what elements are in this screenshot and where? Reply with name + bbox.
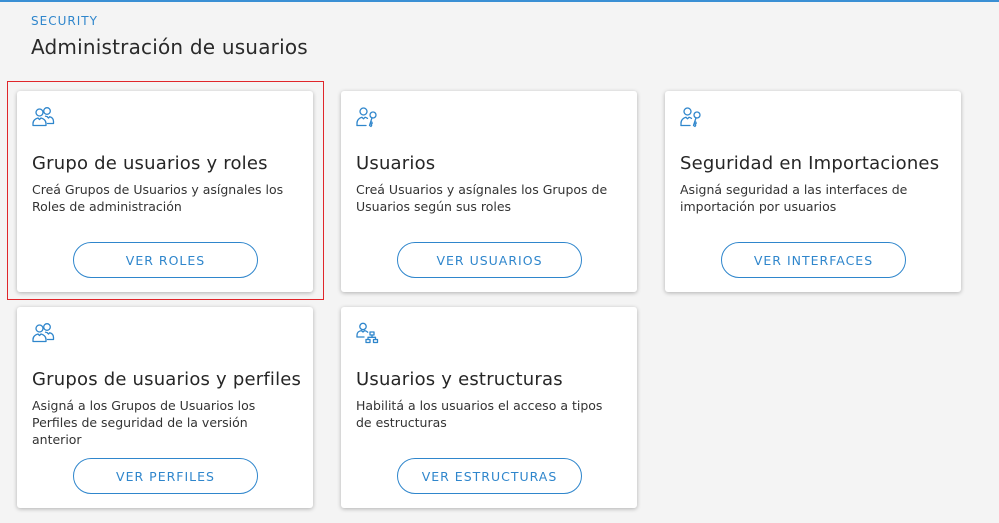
card-title: Grupos de usuarios y perfiles [32, 369, 302, 390]
card-user-groups-profiles: Grupos de usuarios y perfiles Asigná a l… [17, 307, 313, 508]
ver-perfiles-button[interactable]: VER PERFILES [73, 458, 258, 494]
user-key-icon [679, 105, 703, 129]
ver-roles-button[interactable]: VER ROLES [73, 242, 258, 278]
ver-interfaces-button[interactable]: VER INTERFACES [721, 242, 906, 278]
card-user-groups-roles: Grupo de usuarios y roles Creá Grupos de… [17, 91, 313, 292]
card-users: Usuarios Creá Usuarios y asígnales los G… [341, 91, 637, 292]
ver-estructuras-button[interactable]: VER ESTRUCTURAS [397, 458, 582, 494]
card-title: Seguridad en Importaciones [680, 153, 940, 174]
card-description: Asigná a los Grupos de Usuarios los Perf… [32, 398, 256, 447]
card-description: Habilitá a los usuarios el acceso a tipo… [356, 398, 603, 430]
card-title: Grupo de usuarios y roles [32, 153, 268, 174]
page-title: Administración de usuarios [31, 35, 308, 59]
card-description: Creá Usuarios y asígnales los Grupos de … [356, 182, 608, 214]
section-label: SECURITY [31, 14, 98, 28]
card-title: Usuarios y estructuras [356, 369, 563, 390]
user-group-icon [31, 105, 55, 129]
ver-usuarios-button[interactable]: VER USUARIOS [397, 242, 582, 278]
user-key-icon [355, 105, 379, 129]
card-users-structures: Usuarios y estructuras Habilitá a los us… [341, 307, 637, 508]
user-group-icon [31, 321, 55, 345]
top-accent-line [0, 0, 999, 2]
user-structure-icon [355, 321, 379, 345]
card-import-security: Seguridad en Importaciones Asigná seguri… [665, 91, 961, 292]
card-title: Usuarios [356, 153, 436, 174]
card-description: Asigná seguridad a las interfaces de imp… [680, 182, 908, 214]
card-description: Creá Grupos de Usuarios y asígnales los … [32, 182, 284, 214]
